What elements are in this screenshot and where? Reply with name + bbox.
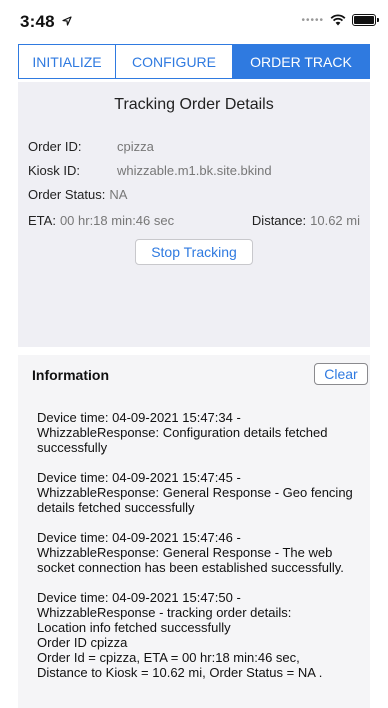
kiosk-id-label: Kiosk ID: [28,163,81,178]
location-arrow-icon [62,16,72,26]
status-time-text: 3:48 [20,12,55,31]
tracking-panel: Tracking Order Details Order ID: cpizza … [18,82,370,347]
eta-row: ETA: 00 hr:18 min:46 sec [28,213,174,228]
order-id-label: Order ID: [28,139,82,154]
information-panel: Information Clear Device time: 04-09-202… [18,355,370,708]
battery-icon [352,14,379,26]
status-icons: ••••• [301,14,379,26]
information-log[interactable]: Device time: 04-09-2021 15:47:34 - Whizz… [37,410,357,695]
tab-order-track[interactable]: ORDER TRACK [233,45,369,78]
stop-tracking-button[interactable]: Stop Tracking [135,239,253,265]
status-time: 3:48 [20,12,72,32]
distance-label: Distance: [251,213,307,228]
distance-row: Distance: 10.62 mi [252,213,360,228]
log-entry: Device time: 04-09-2021 15:47:34 - Whizz… [37,410,328,455]
order-status-value: NA [109,187,128,202]
order-id-value: cpizza [117,139,154,154]
clear-button[interactable]: Clear [314,363,368,385]
tab-bar: INITIALIZE CONFIGURE ORDER TRACK [18,44,370,79]
status-bar: 3:48 ••••• [0,0,388,44]
eta-label: ETA: [28,213,56,228]
distance-value: 10.62 mi [310,213,360,228]
order-status-row: Order Status: NA [28,187,127,202]
order-status-label: Order Status: [28,187,106,202]
eta-value: 00 hr:18 min:46 sec [59,213,175,228]
wifi-icon [330,14,346,26]
log-entry: Device time: 04-09-2021 15:47:45 - Whizz… [37,470,353,515]
tracking-title: Tracking Order Details [114,96,274,113]
log-entry: Device time: 04-09-2021 15:47:46 - Whizz… [37,530,344,575]
tab-initialize[interactable]: INITIALIZE [19,45,116,78]
order-id-row: Order ID: cpizza [28,139,154,154]
signal-dots-icon: ••••• [301,14,324,26]
information-title: Information [32,367,109,383]
kiosk-id-row: Kiosk ID: whizzable.m1.bk.site.bkind [28,163,272,178]
log-entry: Device time: 04-09-2021 15:47:50 - Whizz… [37,590,323,680]
tab-configure[interactable]: CONFIGURE [116,45,233,78]
kiosk-id-value: whizzable.m1.bk.site.bkind [117,163,272,178]
